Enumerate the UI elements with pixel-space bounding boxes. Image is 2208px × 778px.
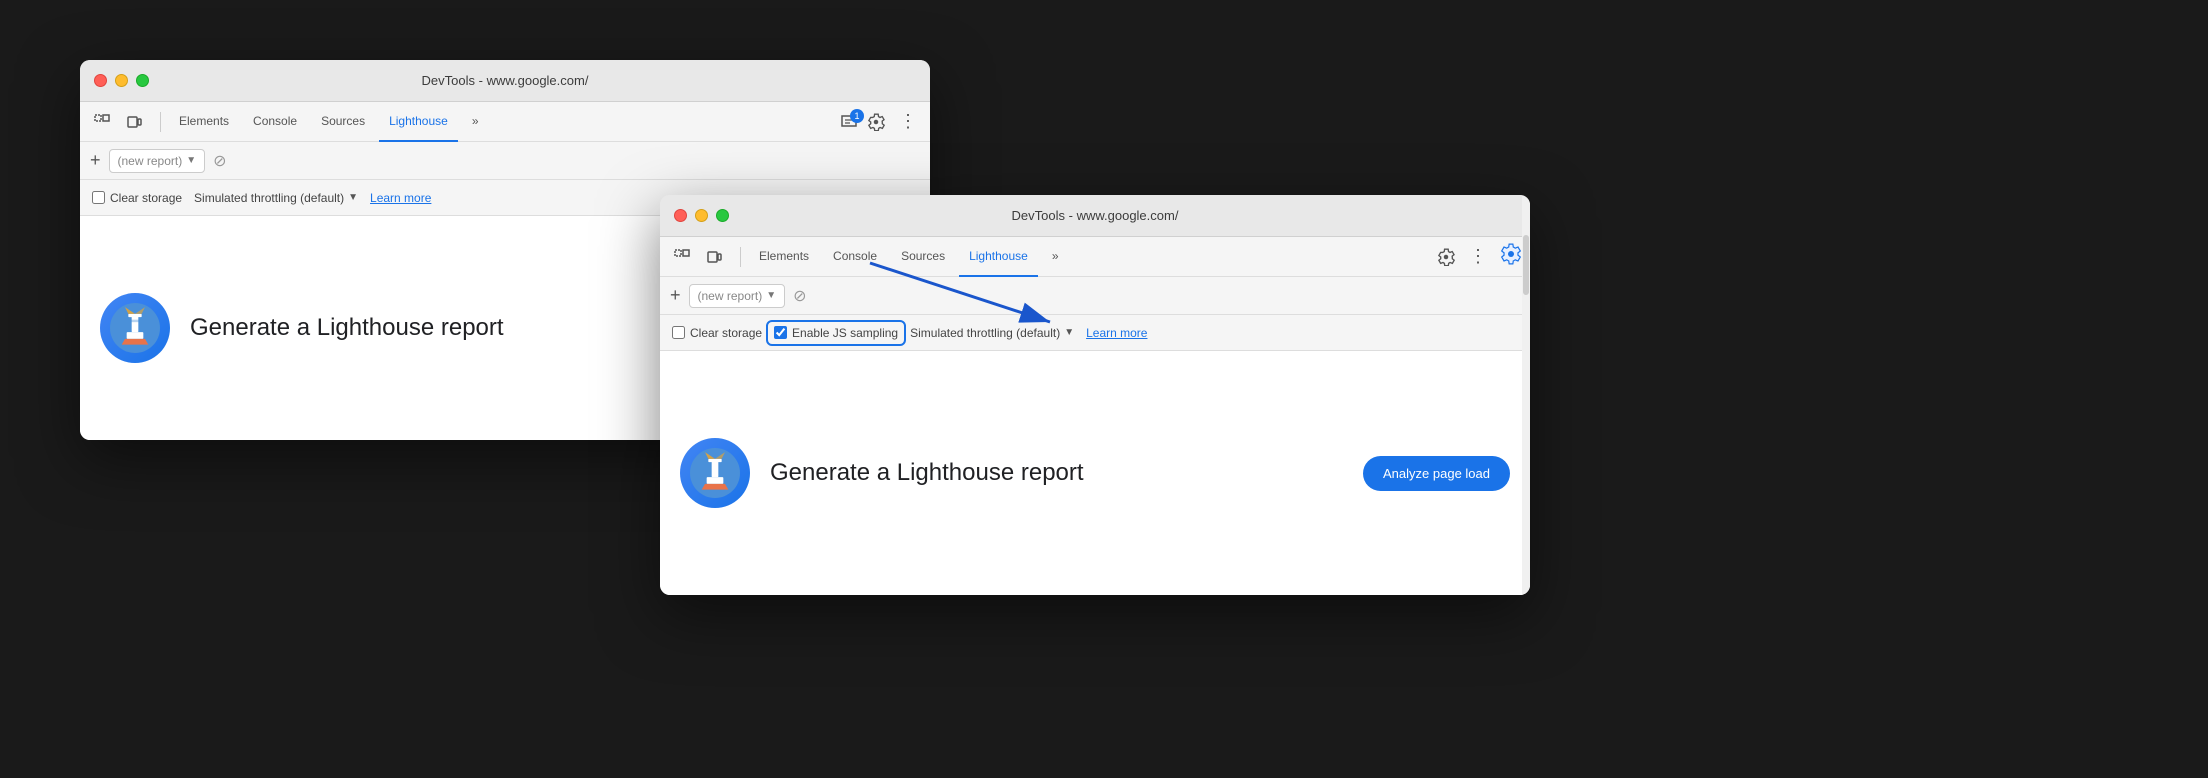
enable-js-sampling-input[interactable] [774, 326, 787, 339]
tab-lighthouse-back[interactable]: Lighthouse [379, 102, 458, 142]
toolbar-divider-front [740, 247, 741, 267]
throttle-chevron-icon-front: ▼ [1064, 327, 1074, 338]
tab-console-back[interactable]: Console [243, 102, 307, 142]
tab-more-front[interactable]: » [1042, 237, 1069, 277]
throttle-dropdown-back[interactable]: Simulated throttling (default) ▼ [194, 191, 358, 205]
chevron-down-icon: ▼ [186, 155, 196, 166]
cancel-icon-front[interactable]: ⊘ [793, 286, 806, 306]
generate-text-front: Generate a Lighthouse report [770, 459, 1084, 487]
window-title-front: DevTools - www.google.com/ [1012, 208, 1179, 223]
devtools-window-front: DevTools - www.google.com/ [660, 195, 1530, 595]
cancel-icon[interactable]: ⊘ [213, 151, 226, 171]
select-icon-front[interactable] [668, 243, 696, 271]
generate-text-back: Generate a Lighthouse report [190, 314, 504, 342]
throttle-dropdown-front[interactable]: Simulated throttling (default) ▼ [910, 326, 1074, 340]
tab-console-front[interactable]: Console [823, 237, 887, 277]
toolbar-back: Elements Console Sources Lighthouse » 1 [80, 102, 930, 142]
tab-elements-back[interactable]: Elements [169, 102, 239, 142]
toolbar-front: Elements Console Sources Lighthouse » [660, 237, 1530, 277]
traffic-lights-back [94, 74, 149, 87]
badge-count-back: 1 [850, 109, 864, 123]
learn-more-link-back[interactable]: Learn more [370, 191, 431, 205]
close-button-back[interactable] [94, 74, 107, 87]
traffic-lights-front [674, 209, 729, 222]
options-bar-front: Clear storage Enable JS sampling Simulat… [660, 315, 1530, 351]
report-dropdown-front[interactable]: (new report) ▼ [689, 284, 786, 308]
minimize-button-back[interactable] [115, 74, 128, 87]
title-bar-back: DevTools - www.google.com/ [80, 60, 930, 102]
more-menu-front[interactable]: ⋮ [1464, 243, 1492, 271]
add-report-icon[interactable]: + [90, 150, 101, 171]
clear-storage-checkbox[interactable]: Clear storage [92, 191, 182, 205]
message-badge-back[interactable]: 1 [840, 113, 858, 131]
tab-lighthouse-front[interactable]: Lighthouse [959, 237, 1038, 277]
secondary-toolbar-back: + (new report) ▼ ⊘ [80, 142, 930, 180]
toolbar-divider [160, 112, 161, 132]
learn-more-link-front[interactable]: Learn more [1086, 326, 1147, 340]
maximize-button-back[interactable] [136, 74, 149, 87]
analyze-page-load-button[interactable]: Analyze page load [1363, 456, 1510, 491]
throttle-chevron-icon: ▼ [348, 192, 358, 203]
lighthouse-logo-front [680, 438, 750, 508]
report-dropdown-back[interactable]: (new report) ▼ [109, 149, 206, 173]
settings-icon-back[interactable] [862, 108, 890, 136]
gear-icon [867, 113, 885, 131]
close-button-front[interactable] [674, 209, 687, 222]
main-content-front: Generate a Lighthouse report Analyze pag… [660, 351, 1530, 595]
toolbar-icons-front [668, 243, 728, 271]
title-bar-front: DevTools - www.google.com/ [660, 195, 1530, 237]
minimize-button-front[interactable] [695, 209, 708, 222]
settings-icon-front[interactable] [1432, 243, 1460, 271]
device-icon-front[interactable] [700, 243, 728, 271]
clear-storage-checkbox-front[interactable]: Clear storage [672, 326, 762, 340]
scrollbar-thumb-front[interactable] [1523, 235, 1529, 295]
gear-icon-front [1437, 248, 1455, 266]
maximize-button-front[interactable] [716, 209, 729, 222]
enable-js-sampling-checkbox[interactable]: Enable JS sampling [774, 326, 898, 340]
window-title-back: DevTools - www.google.com/ [422, 73, 589, 88]
lighthouse-logo-back [100, 293, 170, 363]
device-icon[interactable] [120, 108, 148, 136]
clear-storage-input[interactable] [92, 191, 105, 204]
more-menu-back[interactable]: ⋮ [894, 108, 922, 136]
tab-more-back[interactable]: » [462, 102, 489, 142]
clear-storage-input-front[interactable] [672, 326, 685, 339]
secondary-toolbar-front: + (new report) ▼ ⊘ [660, 277, 1530, 315]
tab-elements-front[interactable]: Elements [749, 237, 819, 277]
tab-sources-back[interactable]: Sources [311, 102, 375, 142]
scrollbar-front[interactable] [1522, 195, 1530, 595]
settings-gear-blue-icon[interactable] [1500, 243, 1522, 265]
select-icon[interactable] [88, 108, 116, 136]
toolbar-icons-back [88, 108, 148, 136]
tab-sources-front[interactable]: Sources [891, 237, 955, 277]
chevron-down-icon-front: ▼ [766, 290, 776, 301]
add-report-icon-front[interactable]: + [670, 285, 681, 306]
